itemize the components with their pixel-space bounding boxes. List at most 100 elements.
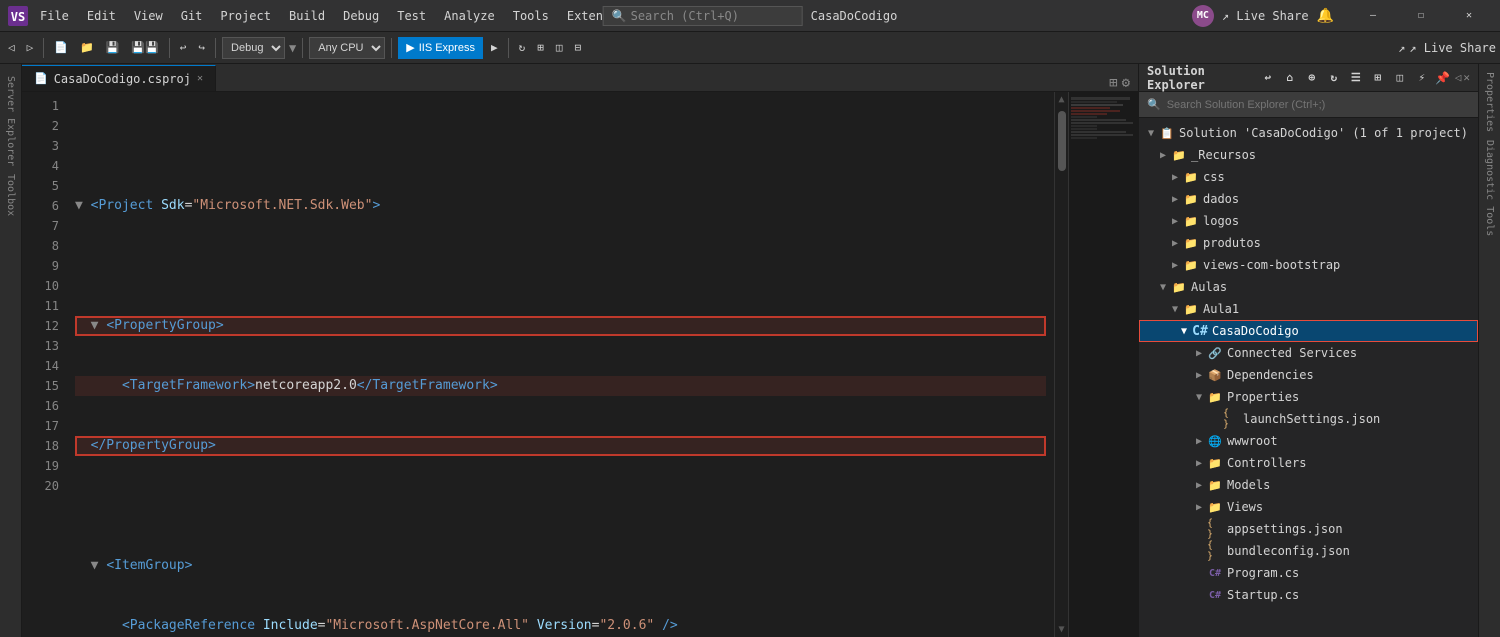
tree-views-bootstrap[interactable]: ▶ 📁 views-com-bootstrap [1139,254,1478,276]
toolbar-extra2[interactable]: ◫ [552,39,567,56]
se-search-input[interactable] [1167,99,1470,111]
tree-controllers[interactable]: ▶ 📁 Controllers [1139,452,1478,474]
tree-casadocodigo[interactable]: ▼ C# CasaDoCodigo [1139,320,1478,342]
expand-wwwroot-icon[interactable]: ▶ [1191,436,1207,447]
diagnostic-tools-tab[interactable]: Diagnostic Tools [1482,136,1497,240]
split-vertical-icon[interactable]: ⊞ [1109,75,1117,91]
toolbar-attach[interactable]: ▶ [487,39,502,56]
run-button[interactable]: ▶ IIS Express [398,37,483,59]
toolbar-nav-back[interactable]: ◁ [4,39,19,56]
tree-aula1[interactable]: ▼ 📁 Aula1 [1139,298,1478,320]
toolbar-redo[interactable]: ↪ [194,39,209,56]
scroll-down-btn[interactable]: ▼ [1056,622,1066,637]
expand-produtos-icon[interactable]: ▶ [1167,238,1183,249]
tree-aulas[interactable]: ▼ 📁 Aulas [1139,276,1478,298]
menu-build[interactable]: Build [281,5,333,27]
tree-models[interactable]: ▶ 📁 Models [1139,474,1478,496]
se-files-btn[interactable]: ◫ [1391,69,1409,87]
expand-views-icon[interactable]: ▶ [1167,260,1183,271]
toolbar-new-project[interactable]: 📄 [50,39,72,56]
platform-select[interactable]: Any CPU [309,37,385,59]
se-refresh-btn[interactable]: ↻ [1325,69,1343,87]
toolbar-extra3[interactable]: ⊟ [570,39,585,56]
tree-appsettings[interactable]: ▶ { } appsettings.json [1139,518,1478,540]
properties-tab[interactable]: Properties [1482,68,1497,136]
se-close-btn[interactable]: ✕ [1463,71,1470,84]
toolbox-tab[interactable]: Toolbox [3,170,18,220]
editor-settings-icon[interactable]: ⚙ [1122,75,1130,91]
toolbar-nav-forward[interactable]: ▷ [23,39,38,56]
menu-tools[interactable]: Tools [505,5,557,27]
toolbar-undo[interactable]: ↩ [176,39,191,56]
expand-css-icon[interactable]: ▶ [1167,172,1183,183]
tree-solution-root[interactable]: ▼ 📋 Solution 'CasaDoCodigo' (1 of 1 proj… [1139,122,1478,144]
search-box[interactable]: 🔍 Search (Ctrl+Q) [603,6,803,26]
menu-debug[interactable]: Debug [335,5,387,27]
menu-project[interactable]: Project [212,5,279,27]
expand-icon[interactable]: ▼ [1143,128,1159,139]
toolbar-open[interactable]: 📁 [76,39,98,56]
expand-aula1-icon[interactable]: ▼ [1167,304,1183,315]
scrollbar-thumb[interactable] [1058,111,1066,171]
minimize-button[interactable]: — [1350,0,1396,32]
tree-startup[interactable]: ▶ C# Startup.cs [1139,584,1478,606]
tab-close-btn[interactable]: ✕ [197,73,203,84]
tree-recursos[interactable]: ▶ 📁 _Recursos [1139,144,1478,166]
expand-deps-icon[interactable]: ▶ [1191,370,1207,381]
tree-wwwroot[interactable]: ▶ 🌐 wwwroot [1139,430,1478,452]
expand-casadocodigo-icon[interactable]: ▼ [1176,326,1192,337]
tree-bundleconfig[interactable]: ▶ { } bundleconfig.json [1139,540,1478,562]
scrollbar-track[interactable] [1058,107,1066,622]
debug-config-select[interactable]: Debug [222,37,285,59]
expand-logos-icon[interactable]: ▶ [1167,216,1183,227]
toolbar-extra[interactable]: ⊞ [533,39,548,56]
se-view-btn[interactable]: ⊞ [1369,69,1387,87]
expand-models-icon[interactable]: ▶ [1191,480,1207,491]
expand-recursos-icon[interactable]: ▶ [1155,150,1171,161]
tree-logos[interactable]: ▶ 📁 logos [1139,210,1478,232]
expand-connected-icon[interactable]: ▶ [1191,348,1207,359]
menu-edit[interactable]: Edit [79,5,124,27]
tree-css[interactable]: ▶ 📁 css [1139,166,1478,188]
tree-dependencies[interactable]: ▶ 📦 Dependencies [1139,364,1478,386]
expand-controllers-icon[interactable]: ▶ [1191,458,1207,469]
profile-button[interactable]: MC [1192,5,1214,27]
tree-launchsettings[interactable]: ▶ { } launchSettings.json [1139,408,1478,430]
code-editor[interactable]: ▼ <Project Sdk="Microsoft.NET.Sdk.Web"> … [67,92,1054,637]
tab-csproj[interactable]: 📄 CasaDoCodigo.csproj ✕ [22,65,216,91]
expand-treeviews-icon[interactable]: ▶ [1191,502,1207,513]
menu-file[interactable]: File [32,5,77,27]
tree-connected-services[interactable]: ▶ 🔗 Connected Services [1139,342,1478,364]
tree-produtos[interactable]: ▶ 📁 produtos [1139,232,1478,254]
tree-properties[interactable]: ▼ 📁 Properties [1139,386,1478,408]
menu-test[interactable]: Test [389,5,434,27]
close-button[interactable]: ✕ [1446,0,1492,32]
maximize-button[interactable]: ☐ [1398,0,1444,32]
notification-icon[interactable]: 🔔 [1317,8,1334,24]
se-pin-btn[interactable]: 📌 [1435,70,1451,86]
se-back-btn[interactable]: ↩ [1259,69,1277,87]
live-share-toolbar-btn[interactable]: ↗ ↗ Live Share [1398,41,1496,55]
scroll-up-btn[interactable]: ▲ [1056,92,1066,107]
server-explorer-tab[interactable]: Server Explorer [3,72,18,170]
se-home-btn[interactable]: ⌂ [1281,69,1299,87]
expand-aulas-icon[interactable]: ▼ [1155,282,1171,293]
toolbar-save[interactable]: 💾 [102,39,124,56]
se-filter-btn[interactable]: ⊕ [1303,69,1321,87]
solution-explorer-search[interactable]: 🔍 [1139,92,1478,118]
menu-git[interactable]: Git [173,5,211,27]
se-dock-left[interactable]: ◁ [1455,71,1462,84]
toolbar-reload[interactable]: ↻ [515,39,530,56]
se-collapse-btn[interactable]: ☰ [1347,69,1365,87]
se-settings-btn[interactable]: ⚡ [1413,69,1431,87]
toolbar-save-all[interactable]: 💾💾 [127,39,162,56]
tree-dados[interactable]: ▶ 📁 dados [1139,188,1478,210]
tree-views[interactable]: ▶ 📁 Views [1139,496,1478,518]
menu-analyze[interactable]: Analyze [436,5,503,27]
menu-view[interactable]: View [126,5,171,27]
expand-dados-icon[interactable]: ▶ [1167,194,1183,205]
debug-dropdown-icon[interactable]: ▼ [289,41,296,55]
live-share-btn[interactable]: ↗ Live Share [1222,9,1309,23]
expand-props-icon[interactable]: ▼ [1191,392,1207,403]
editor-scrollbar[interactable]: ▲ ▼ [1054,92,1068,637]
